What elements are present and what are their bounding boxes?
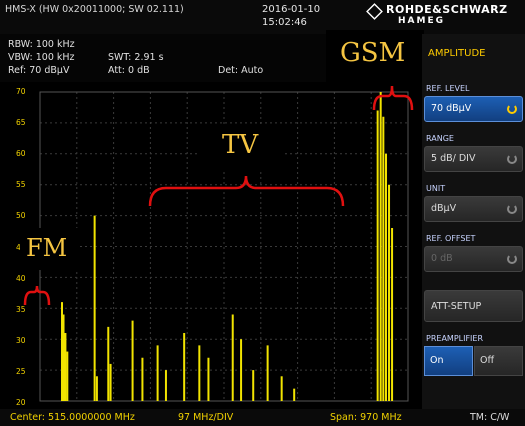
center-frequency: Center: 515.0000000 MHz bbox=[10, 412, 135, 423]
ref-level-button[interactable]: 70 dBµV bbox=[424, 96, 523, 122]
softkey-panel: AMPLITUDE REF. LEVEL 70 dBµV RANGE 5 dB/… bbox=[422, 34, 525, 409]
preamp-off-button[interactable]: Off bbox=[474, 346, 523, 376]
ref-offset-label: REF. OFFSET bbox=[426, 234, 476, 243]
rotary-knob-icon bbox=[507, 204, 517, 214]
range-button[interactable]: 5 dB/ DIV bbox=[424, 146, 523, 172]
tv-bracket bbox=[148, 175, 345, 207]
preamp-on-button[interactable]: On bbox=[424, 346, 473, 376]
unit-label: UNIT bbox=[426, 184, 446, 193]
rotary-knob-icon bbox=[507, 104, 517, 114]
gsm-bracket bbox=[372, 85, 414, 111]
preamp-on-label: On bbox=[430, 355, 444, 366]
rotary-knob-icon bbox=[507, 154, 517, 164]
rotary-knob-icon bbox=[507, 254, 517, 264]
att-setup-label: ATT-SETUP bbox=[431, 301, 482, 312]
unit-button[interactable]: dBµV bbox=[424, 196, 523, 222]
span-readout: Span: 970 MHz bbox=[330, 412, 402, 423]
ref-offset-button[interactable]: 0 dB bbox=[424, 246, 523, 272]
division-scale: 97 MHz/DIV bbox=[178, 412, 234, 423]
ref-level-label: REF. LEVEL bbox=[426, 84, 470, 93]
preamp-label: PREAMPLIFIER bbox=[426, 334, 484, 343]
menu-title: AMPLITUDE bbox=[428, 48, 486, 59]
ref-offset-value: 0 dB bbox=[431, 253, 453, 264]
ref-level-value: 70 dBµV bbox=[431, 103, 472, 114]
trace-mode: TM: C/W bbox=[470, 412, 510, 423]
status-bar: Center: 515.0000000 MHz 97 MHz/DIV Span:… bbox=[0, 409, 525, 426]
preamp-off-label: Off bbox=[480, 355, 495, 366]
att-setup-button[interactable]: ATT-SETUP bbox=[424, 290, 523, 322]
range-value: 5 dB/ DIV bbox=[431, 153, 476, 164]
fm-bracket bbox=[23, 285, 51, 306]
unit-value: dBµV bbox=[431, 203, 457, 214]
range-label: RANGE bbox=[426, 134, 454, 143]
